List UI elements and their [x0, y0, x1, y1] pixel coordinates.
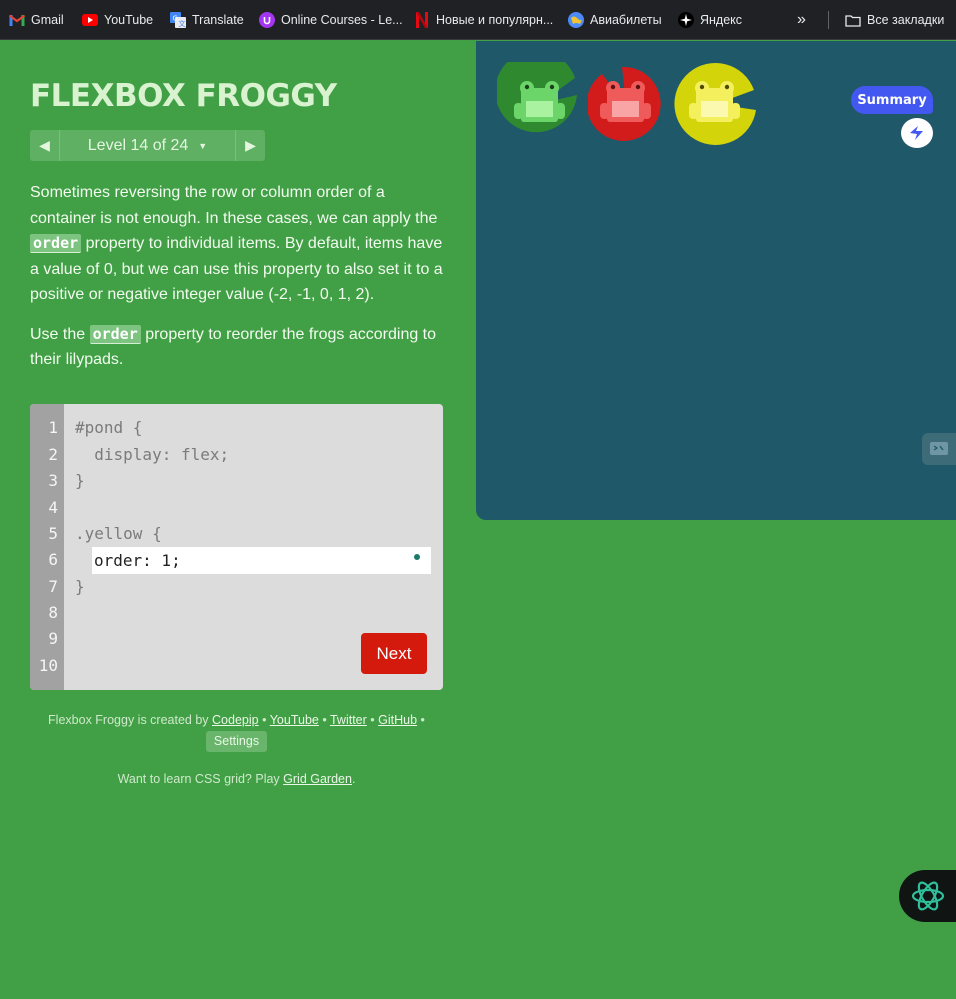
svg-text:文: 文	[179, 19, 186, 28]
arrow-left-icon: ◀	[39, 137, 50, 154]
summary-button[interactable]: Summary	[851, 86, 933, 114]
status-dot-icon	[414, 554, 420, 560]
grid-garden-promo: Want to learn CSS grid? Play Grid Garden…	[117, 772, 356, 786]
game-title: FLEXBOX FROGGY	[30, 78, 337, 114]
line-number: 10	[38, 656, 58, 675]
bookmark-gmail[interactable]: Gmail	[9, 0, 64, 40]
extension-icon[interactable]	[901, 118, 933, 148]
line-number-gutter: 1 2 3 4 5 6 7 8 9 10	[30, 404, 64, 690]
code-line-1: #pond {	[75, 418, 143, 437]
youtube-link[interactable]: YouTube	[270, 713, 319, 727]
github-link[interactable]: GitHub	[378, 713, 417, 727]
order-keyword[interactable]: order	[89, 324, 141, 344]
line-number: 5	[48, 524, 58, 543]
yandex-icon	[678, 12, 694, 28]
level-dropdown[interactable]: Level 14 of 24 ▼	[60, 130, 235, 161]
instructions: Sometimes reversing the row or column or…	[30, 180, 445, 387]
twitter-link[interactable]: Twitter	[330, 713, 367, 727]
chat-icon	[930, 442, 948, 455]
atom-icon	[911, 881, 944, 911]
yellow-frog	[689, 81, 740, 122]
code-line-7: }	[75, 577, 85, 596]
line-number: 2	[48, 445, 58, 464]
instructions-paragraph-2: Use the order property to reorder the fr…	[30, 324, 437, 368]
credits: Flexbox Froggy is created by Codepip • Y…	[30, 710, 443, 752]
globe-icon	[568, 12, 584, 28]
line-number: 7	[48, 577, 58, 596]
code-editor: 1 2 3 4 5 6 7 8 9 10 #pond { display: fl…	[30, 404, 443, 690]
caret-down-icon: ▼	[198, 140, 208, 151]
code-line-3: }	[75, 471, 85, 490]
gmail-icon	[9, 12, 25, 28]
side-panel-tab[interactable]	[922, 433, 956, 465]
youtube-icon	[82, 12, 98, 28]
credits-line: Flexbox Froggy is created by Codepip • Y…	[48, 713, 425, 727]
all-bookmarks-button[interactable]: Все закладки	[845, 0, 944, 40]
css-code-input[interactable]	[92, 547, 431, 574]
bookmarks-overflow-button[interactable]: »	[797, 0, 806, 40]
svg-text:G: G	[173, 15, 178, 23]
next-button[interactable]: Next	[361, 633, 427, 674]
line-number: 3	[48, 471, 58, 490]
grid-garden-link[interactable]: Grid Garden	[283, 772, 352, 786]
next-level-button[interactable]: ▶	[235, 130, 265, 161]
line-number: 8	[48, 603, 58, 622]
line-number: 1	[48, 418, 58, 437]
bookmarks-bar: Gmail YouTube G文 Translate Online Course…	[0, 0, 956, 40]
bookmark-netflix[interactable]: Новые и популярн...	[414, 0, 553, 40]
udemy-icon	[259, 12, 275, 28]
line-number: 6	[48, 550, 58, 569]
folder-icon	[845, 12, 861, 28]
bookmark-online-courses[interactable]: Online Courses - Le...	[259, 0, 403, 40]
bookmark-aviabilety[interactable]: Авиабилеты	[568, 0, 662, 40]
ai-assistant-button[interactable]	[899, 870, 956, 922]
level-navigation: ◀ Level 14 of 24 ▼ ▶	[30, 130, 265, 161]
codepip-link[interactable]: Codepip	[212, 713, 259, 727]
order-keyword[interactable]: order	[30, 234, 82, 253]
bookmark-translate[interactable]: G文 Translate	[170, 0, 244, 40]
arrow-right-icon: ▶	[245, 137, 256, 154]
level-label: Level 14 of 24	[87, 136, 189, 154]
instructions-paragraph-1: Sometimes reversing the row or column or…	[30, 184, 443, 303]
bookmark-youtube[interactable]: YouTube	[82, 0, 153, 40]
bookmarks-divider	[828, 11, 829, 29]
code-line-2: display: flex;	[75, 445, 230, 464]
line-number: 4	[48, 498, 58, 517]
settings-button[interactable]: Settings	[205, 731, 268, 752]
code-line-5: .yellow {	[75, 524, 162, 543]
netflix-icon	[414, 12, 430, 28]
previous-level-button[interactable]: ◀	[30, 130, 60, 161]
red-frog	[600, 81, 651, 122]
line-number: 9	[48, 629, 58, 648]
translate-icon: G文	[170, 12, 186, 28]
green-frog	[514, 81, 565, 122]
bookmark-yandex[interactable]: Яндекс	[678, 0, 742, 40]
